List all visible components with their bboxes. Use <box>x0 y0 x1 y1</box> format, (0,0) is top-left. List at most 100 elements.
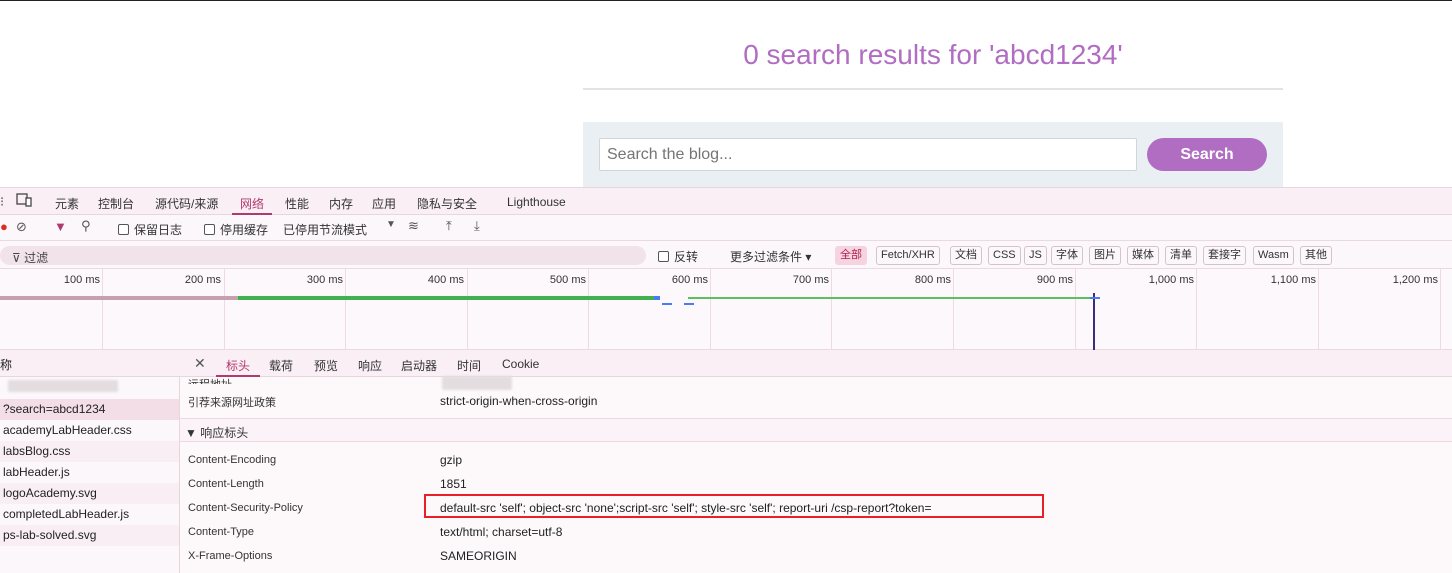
clear-icon[interactable]: ⊘ <box>16 219 27 235</box>
header-value: text/html; charset=utf-8 <box>440 525 563 539</box>
filter-chip-media[interactable]: 媒体 <box>1127 246 1159 265</box>
waterfall-bar <box>684 303 694 305</box>
import-icon[interactable]: ⤒ <box>446 218 452 234</box>
tab-response[interactable]: 响应 <box>358 357 382 374</box>
disable-cache-checkbox[interactable]: 停用缓存 <box>204 221 268 238</box>
filter-chip-wasm[interactable]: Wasm <box>1253 246 1294 265</box>
timeline-tick: 1,200 ms <box>1392 274 1438 286</box>
tab-sources[interactable]: 源代码/来源 <box>155 195 218 212</box>
results-title: 0 search results for 'abcd1234' <box>743 39 1123 70</box>
divider <box>583 88 1283 90</box>
tab-lighthouse[interactable]: Lighthouse <box>507 195 566 209</box>
timeline-tick: 200 ms <box>184 274 221 286</box>
timeline-tick: 600 ms <box>671 274 708 286</box>
timeline-tick: 1,000 ms <box>1148 274 1194 286</box>
tab-cookie[interactable]: Cookie <box>502 357 539 371</box>
devtools-tab-bar: ⁝ 元素 控制台 源代码/来源 网络 性能 内存 应用 隐私与安全 Lighth… <box>0 187 1452 215</box>
tab-headers[interactable]: 标头 <box>226 357 250 374</box>
request-item[interactable]: labHeader.js <box>3 465 70 479</box>
search-icon[interactable]: ⚲ <box>81 218 91 234</box>
network-conditions-icon[interactable]: ≋ <box>408 218 419 234</box>
request-list: 称 ?search=abcd1234 academyLabHeader.css … <box>0 350 180 573</box>
waterfall-bar <box>662 303 672 305</box>
filter-chip-img[interactable]: 图片 <box>1089 246 1121 265</box>
header-value: 1851 <box>440 477 467 491</box>
redacted-area <box>442 376 512 390</box>
redacted-area <box>8 380 118 392</box>
network-overview-timeline[interactable]: 100 ms 200 ms 300 ms 400 ms 500 ms 600 m… <box>0 269 1452 350</box>
request-details: ✕ 标头 载荷 预览 响应 启动器 时间 Cookie 远程地址 引荐来源网址政… <box>180 350 1452 573</box>
timeline-tick: 800 ms <box>914 274 951 286</box>
response-headers-section[interactable]: ▼ 响应标头 <box>180 418 1452 442</box>
header-name: Content-Type <box>188 526 255 538</box>
csp-highlight-box <box>424 494 1044 518</box>
dom-content-loaded-marker <box>1093 293 1095 350</box>
network-toolbar: ● ⊘ ▼ ⚲ 保留日志 停用缓存 已停用节流模式 ▼ ≋ ⤒ ⤓ <box>0 215 1452 241</box>
filter-placeholder: ⊽ 过滤 <box>12 251 49 265</box>
search-section: Search <box>583 122 1283 188</box>
export-icon[interactable]: ⤓ <box>474 218 480 234</box>
web-page: 0 search results for 'abcd1234' Search <box>0 1 1452 188</box>
waterfall-bar <box>688 297 1090 299</box>
filter-chip-all[interactable]: 全部 <box>835 246 867 265</box>
timeline-tick: 300 ms <box>306 274 343 286</box>
header-name: Content-Length <box>188 478 264 490</box>
waterfall-bar <box>238 296 656 300</box>
preserve-log-checkbox[interactable]: 保留日志 <box>118 221 182 238</box>
filter-chip-js[interactable]: JS <box>1024 246 1047 265</box>
timeline-tick: 900 ms <box>1036 274 1073 286</box>
tab-network[interactable]: 网络 <box>240 195 264 212</box>
timeline-tick: 700 ms <box>792 274 829 286</box>
filter-chip-fetch-xhr[interactable]: Fetch/XHR <box>876 246 940 265</box>
filter-chip-css[interactable]: CSS <box>988 246 1021 265</box>
more-filters-dropdown[interactable]: 更多过滤条件 ▾ <box>730 248 811 265</box>
tab-preview[interactable]: 预览 <box>314 357 338 374</box>
tab-application[interactable]: 应用 <box>372 195 396 212</box>
filter-chip-other[interactable]: 其他 <box>1300 246 1332 265</box>
tab-payload[interactable]: 载荷 <box>269 357 293 374</box>
filter-chip-doc[interactable]: 文档 <box>950 246 982 265</box>
invert-checkbox[interactable]: 反转 <box>658 248 698 265</box>
request-item[interactable]: academyLabHeader.css <box>3 423 132 437</box>
timeline-tick: 100 ms <box>63 274 100 286</box>
request-list-header: 称 <box>0 350 180 377</box>
request-item[interactable]: completedLabHeader.js <box>3 507 129 521</box>
header-name: X-Frame-Options <box>188 550 273 562</box>
tab-timing[interactable]: 时间 <box>457 357 481 374</box>
waterfall-bar <box>654 296 660 300</box>
device-toggle-icon[interactable] <box>16 193 32 210</box>
timeline-tick: 500 ms <box>549 274 586 286</box>
header-name: Content-Security-Policy <box>188 502 303 514</box>
request-item[interactable]: ps-lab-solved.svg <box>3 528 96 542</box>
tab-memory[interactable]: 内存 <box>329 195 353 212</box>
header-name: Content-Encoding <box>188 454 277 466</box>
request-item[interactable]: ?search=abcd1234 <box>3 402 105 416</box>
tab-initiator[interactable]: 启动器 <box>401 357 437 374</box>
chevron-down-icon[interactable]: ▼ <box>386 219 396 230</box>
name-column-header[interactable]: 称 <box>0 356 12 373</box>
close-icon[interactable]: ✕ <box>194 355 206 372</box>
waterfall-bar <box>1090 297 1100 299</box>
inspect-icon[interactable]: ⁝ <box>0 194 4 210</box>
tab-performance[interactable]: 性能 <box>285 195 309 212</box>
request-item[interactable]: logoAcademy.svg <box>3 486 97 500</box>
remote-address-label: 远程地址 <box>188 376 232 384</box>
filter-chip-font[interactable]: 字体 <box>1051 246 1083 265</box>
record-icon[interactable]: ● <box>0 219 8 234</box>
devtools-panel: ⁝ 元素 控制台 源代码/来源 网络 性能 内存 应用 隐私与安全 Lighth… <box>0 187 1452 573</box>
response-headers-title: ▼ 响应标头 <box>185 426 249 440</box>
throttle-select[interactable]: 已停用节流模式 <box>283 221 367 238</box>
request-item[interactable]: labsBlog.css <box>3 444 70 458</box>
search-button[interactable]: Search <box>1147 138 1267 171</box>
filter-chip-socket[interactable]: 套接字 <box>1203 246 1246 265</box>
tab-privacy-security[interactable]: 隐私与安全 <box>417 195 477 212</box>
tab-console[interactable]: 控制台 <box>98 195 134 212</box>
waterfall-bar <box>0 296 238 300</box>
filter-input[interactable]: ⊽ 过滤 <box>0 246 646 265</box>
filter-icon[interactable]: ▼ <box>54 219 67 234</box>
search-input[interactable] <box>599 138 1137 171</box>
filter-chip-manifest[interactable]: 清单 <box>1165 246 1197 265</box>
filter-bar: ⊽ 过滤 反转 更多过滤条件 ▾ 全部 Fetch/XHR 文档 CSS JS … <box>0 242 1452 269</box>
referrer-policy-label: 引荐来源网址政策 <box>188 397 276 409</box>
tab-elements[interactable]: 元素 <box>55 195 79 212</box>
